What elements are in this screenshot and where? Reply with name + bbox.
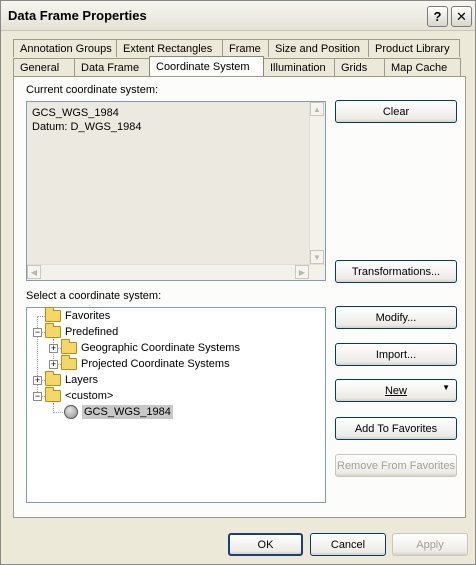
scroll-down-icon[interactable]: ▼	[310, 250, 324, 264]
help-icon: ?	[433, 9, 442, 24]
tab-illumination[interactable]: Illumination	[263, 58, 335, 76]
select-cs-label: Select a coordinate system:	[26, 290, 162, 302]
scroll-up-icon[interactable]: ▲	[310, 102, 324, 116]
tab-grids[interactable]: Grids	[334, 58, 385, 76]
transformations-button[interactable]: Transformations...	[335, 260, 457, 283]
cancel-button[interactable]: Cancel	[310, 533, 386, 556]
tree-item-predefined[interactable]: Predefined	[45, 323, 118, 340]
add-to-favorites-button[interactable]: Add To Favorites	[335, 417, 457, 440]
help-button[interactable]: ?	[427, 6, 448, 27]
folder-open-icon	[45, 323, 61, 338]
tree-item-gcs-wgs-1984[interactable]: GCS_WGS_1984	[64, 404, 173, 420]
modify-button[interactable]: Modify...	[335, 306, 457, 329]
vertical-scrollbar[interactable]: ▲ ▼	[309, 102, 325, 264]
tab-general[interactable]: General	[13, 58, 75, 76]
folder-icon	[61, 339, 77, 354]
apply-button[interactable]: Apply	[392, 533, 468, 556]
ok-button[interactable]: OK	[228, 533, 303, 556]
current-cs-label: Current coordinate system:	[26, 84, 159, 96]
expand-icon[interactable]: +	[49, 344, 58, 353]
folder-icon	[45, 307, 61, 322]
tab-extent-rectangles[interactable]: Extent Rectangles	[116, 39, 223, 57]
close-icon: ✕	[456, 8, 467, 24]
collapse-icon[interactable]: −	[33, 328, 42, 337]
tab-frame[interactable]: Frame	[222, 39, 269, 57]
horizontal-scrollbar[interactable]: ◀ ▶	[27, 264, 325, 280]
tree-item-custom[interactable]: <custom>	[45, 387, 113, 404]
tab-map-cache[interactable]: Map Cache	[384, 58, 461, 76]
current-cs-datum: Datum: D_WGS_1984	[32, 121, 142, 133]
expand-icon[interactable]: +	[49, 360, 58, 369]
tab-product-library[interactable]: Product Library	[368, 39, 460, 57]
coordinate-system-tree[interactable]: Favorites − Predefined + Geographic Coor…	[26, 307, 326, 503]
new-button[interactable]: New ▼	[335, 379, 457, 402]
dialog-window: Data Frame Properties ? ✕ Annotation Gro…	[0, 0, 476, 565]
remove-from-favorites-button[interactable]: Remove From Favorites	[335, 454, 457, 477]
folder-icon	[45, 371, 61, 386]
tab-row-bottom: General Data Frame Coordinate System Ill…	[13, 56, 461, 76]
tab-size-and-position[interactable]: Size and Position	[268, 39, 369, 57]
scroll-right-icon[interactable]: ▶	[295, 265, 309, 279]
current-cs-name: GCS_WGS_1984	[32, 107, 119, 119]
import-button[interactable]: Import...	[335, 343, 457, 366]
tree-item-layers[interactable]: Layers	[45, 371, 98, 388]
expand-icon[interactable]: +	[33, 376, 42, 385]
tree-item-geographic[interactable]: Geographic Coordinate Systems	[61, 339, 240, 356]
clear-button[interactable]: Clear	[335, 100, 457, 123]
close-button[interactable]: ✕	[451, 6, 472, 27]
tab-coordinate-system[interactable]: Coordinate System	[149, 56, 264, 76]
scroll-left-icon[interactable]: ◀	[27, 265, 41, 279]
tree-item-favorites[interactable]: Favorites	[45, 307, 110, 324]
dropdown-arrow-icon: ▼	[442, 383, 450, 392]
title-bar: Data Frame Properties ? ✕	[1, 1, 475, 31]
tab-data-frame[interactable]: Data Frame	[74, 58, 150, 76]
folder-icon	[61, 355, 77, 370]
globe-icon	[64, 405, 78, 419]
tab-panel: Current coordinate system: GCS_WGS_1984 …	[13, 76, 466, 518]
tree-item-projected[interactable]: Projected Coordinate Systems	[61, 355, 230, 372]
window-title: Data Frame Properties	[8, 8, 147, 23]
tab-row-top: Annotation Groups Extent Rectangles Fram…	[13, 39, 460, 57]
collapse-icon[interactable]: −	[33, 392, 42, 401]
tab-annotation-groups[interactable]: Annotation Groups	[13, 39, 117, 57]
folder-open-icon	[45, 387, 61, 402]
current-cs-box[interactable]: GCS_WGS_1984 Datum: D_WGS_1984 ▲ ▼ ◀ ▶	[26, 101, 326, 281]
